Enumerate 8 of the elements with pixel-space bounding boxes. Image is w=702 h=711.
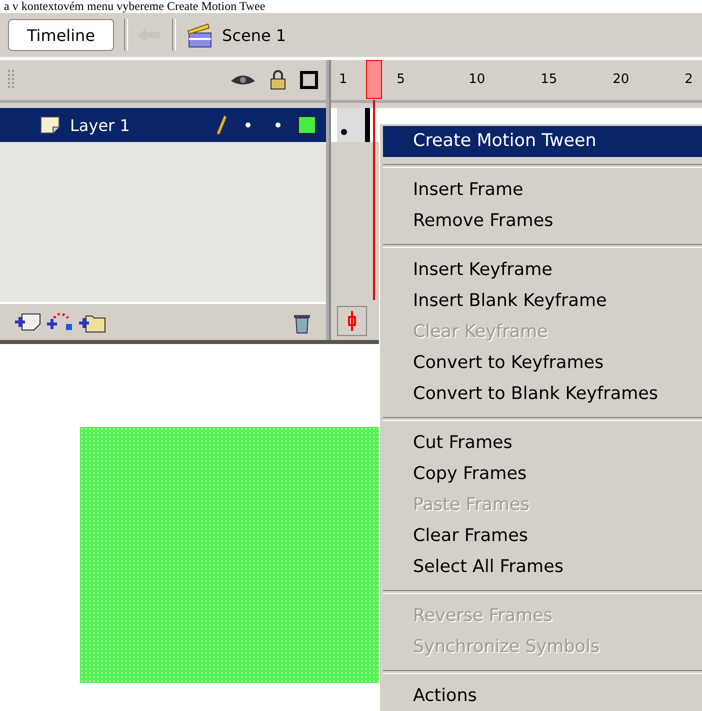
- caption-text: a v kontextovém menu vybereme Create Motion Twee: [3, 0, 266, 13]
- frame-number: 1: [339, 72, 348, 87]
- frame-number: 2: [684, 72, 693, 87]
- frame-number: 5: [396, 72, 405, 87]
- frame-number: 15: [540, 72, 558, 87]
- frame-number: 20: [612, 72, 630, 87]
- frame-number: 10: [468, 72, 486, 87]
- layer-name: Layer 1: [70, 116, 131, 134]
